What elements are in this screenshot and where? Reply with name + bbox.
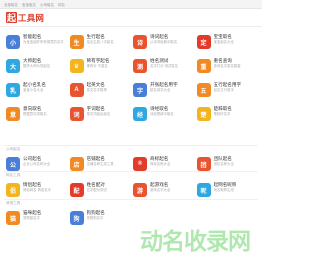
tool-card[interactable]: 猫猫咪起名 宠物猫名字 <box>4 206 68 230</box>
tool-icon: 字 <box>133 83 147 97</box>
tool-icon: 定 <box>196 35 211 49</box>
top-link[interactable]: 网名 <box>58 3 65 7</box>
tool-icon: 词 <box>69 107 84 121</box>
tool-icon: 五 <box>196 83 211 97</box>
tool-desc: 英文名字推荐 <box>86 88 107 92</box>
tool-card[interactable]: 生生行起名 结合生辰八字起名 <box>68 30 132 54</box>
tool-icon: 昵 <box>196 183 211 197</box>
tool-icon: A <box>69 83 84 97</box>
tool-desc: 稀有字 不重名 <box>86 64 108 68</box>
tool-card[interactable]: ♛ 稀有字起名 稀有字 不重名 <box>68 54 132 78</box>
tool-card[interactable]: 经诗经取名 诗经楚辞中取名 <box>131 102 195 126</box>
tool-icon: 游 <box>133 183 147 197</box>
tool-desc: 店铺名称生成工具 <box>86 162 114 166</box>
tool-card[interactable]: A 起英文名 英文名字推荐 <box>68 78 132 102</box>
tool-desc: 从诗词经典中取名 <box>150 40 178 44</box>
tool-card[interactable]: 乳起小名乳名 宝宝小名大全 <box>4 78 68 102</box>
tool-card[interactable]: 团团队起名 团队名称大全 <box>195 152 259 176</box>
tool-desc: 为宝宝起好听有寓意的名字 <box>23 40 64 44</box>
tool-icon: ® <box>133 157 147 171</box>
tool-icon: 楚 <box>196 107 211 121</box>
tool-desc: 宝宝起名大全 <box>213 40 234 44</box>
tool-desc: 团队名称大全 <box>213 162 234 166</box>
section-divider <box>4 145 258 146</box>
top-link[interactable]: 宝宝取名 <box>22 3 36 7</box>
tool-desc: 商标名称大全 <box>150 162 171 166</box>
tool-icon: 乳 <box>6 83 20 97</box>
site-logo[interactable]: 起 工具网 <box>6 12 44 23</box>
top-nav-bar: 全部取名 宝宝取名 公司取名 网名 <box>0 0 262 9</box>
tool-desc: 楚辞好名字 <box>213 112 231 116</box>
logo-mark: 起 <box>6 12 17 23</box>
tool-card[interactable]: 狗狗狗起名 宠物狗名字 <box>68 206 132 230</box>
section-divider <box>4 199 258 200</box>
tool-desc: 国学大师为您起名 <box>23 64 51 68</box>
tool-desc: 宠物狗名字 <box>86 216 104 220</box>
tool-desc: 网名昵称生成 <box>213 188 234 192</box>
tool-icon: 公 <box>6 157 20 171</box>
tool-card[interactable]: 大大师起名 国学大师为您起名 <box>4 54 68 78</box>
site-header: 起 工具网 <box>0 9 262 27</box>
tool-icon: 重 <box>196 59 211 73</box>
tool-icon: 大 <box>6 59 20 73</box>
logo-text: 工具网 <box>18 12 45 23</box>
tool-desc: 按字词组合起名 <box>86 112 111 116</box>
tool-desc: 情侣网名 情侣名字 <box>23 188 52 192</box>
tool-icon: 测 <box>133 59 147 73</box>
tool-icon: 团 <box>196 157 211 171</box>
tool-icon: 诗 <box>133 35 147 49</box>
tool-card[interactable]: 字开张起名用字 起名用字大全 <box>131 78 195 102</box>
section-divider <box>4 171 258 172</box>
tool-desc: 起名五行用字 <box>213 88 234 92</box>
tool-desc: 查询名字重名数量 <box>213 64 241 68</box>
watermark: 动名收录网 <box>140 229 251 255</box>
tool-desc: 企业公司名称大全 <box>23 162 51 166</box>
tool-desc: 宠物猫名字 <box>23 216 40 220</box>
tool-icon: 经 <box>133 107 147 121</box>
tool-icon: ♛ <box>69 59 84 73</box>
tool-card[interactable]: 定宝宝取名 宝宝起名大全 <box>195 30 259 54</box>
tool-grid: 小智能起名 为宝宝起好听有寓意的名字生生行起名 结合生辰八字起名诗诗词起名 从诗词经典… <box>4 30 258 126</box>
tool-card[interactable]: 词字词起名 按字词组合起名 <box>68 102 132 126</box>
tool-desc: 名字打分 测试姓名 <box>150 64 179 68</box>
tool-desc: 诗经楚辞中取名 <box>150 112 174 116</box>
tool-desc: 宝宝小名大全 <box>23 88 44 92</box>
tool-desc: 名字配对测试 <box>86 188 107 192</box>
tool-card[interactable]: 重重名查询 查询名字重名数量 <box>195 54 259 78</box>
tool-card[interactable]: 测姓名测试 名字打分 测试姓名 <box>131 54 195 78</box>
top-link[interactable]: 公司取名 <box>40 3 54 7</box>
tool-desc: 起名用字大全 <box>150 88 171 92</box>
tool-card[interactable]: 店店铺起名 店铺名称生成工具 <box>68 152 132 176</box>
tool-icon: 侣 <box>6 183 20 197</box>
tool-card[interactable]: 五五行起名用字 起名五行用字 <box>195 78 259 102</box>
top-link[interactable]: 全部取名 <box>4 3 18 7</box>
tool-card[interactable]: 小智能起名 为宝宝起好听有寓意的名字 <box>4 30 68 54</box>
tool-grid: 公公司起名 企业公司名称大全店店铺起名 店铺名称生成工具 ® 商标起名 商标名称大全团团队… <box>4 152 258 176</box>
tool-card[interactable]: ® 商标起名 商标名称大全 <box>131 152 195 176</box>
tool-card[interactable]: 楚楚辞取名 楚辞好名字 <box>195 102 259 126</box>
tool-icon: 店 <box>69 157 84 171</box>
tool-card[interactable]: 意意向取名 根据意向词取名 <box>4 102 68 126</box>
tool-icon: 狗 <box>69 211 84 225</box>
tool-icon: 配 <box>69 183 84 197</box>
tool-desc: 游戏名字大全 <box>150 188 171 192</box>
tool-icon: 意 <box>6 107 20 121</box>
tool-icon: 小 <box>6 35 20 49</box>
tool-icon: 生 <box>69 35 84 49</box>
tool-desc: 根据意向词取名 <box>23 112 47 116</box>
tool-card[interactable]: 诗诗词起名 从诗词经典中取名 <box>131 30 195 54</box>
tool-desc: 结合生辰八字起名 <box>86 40 114 44</box>
tool-icon: 猫 <box>6 211 20 225</box>
